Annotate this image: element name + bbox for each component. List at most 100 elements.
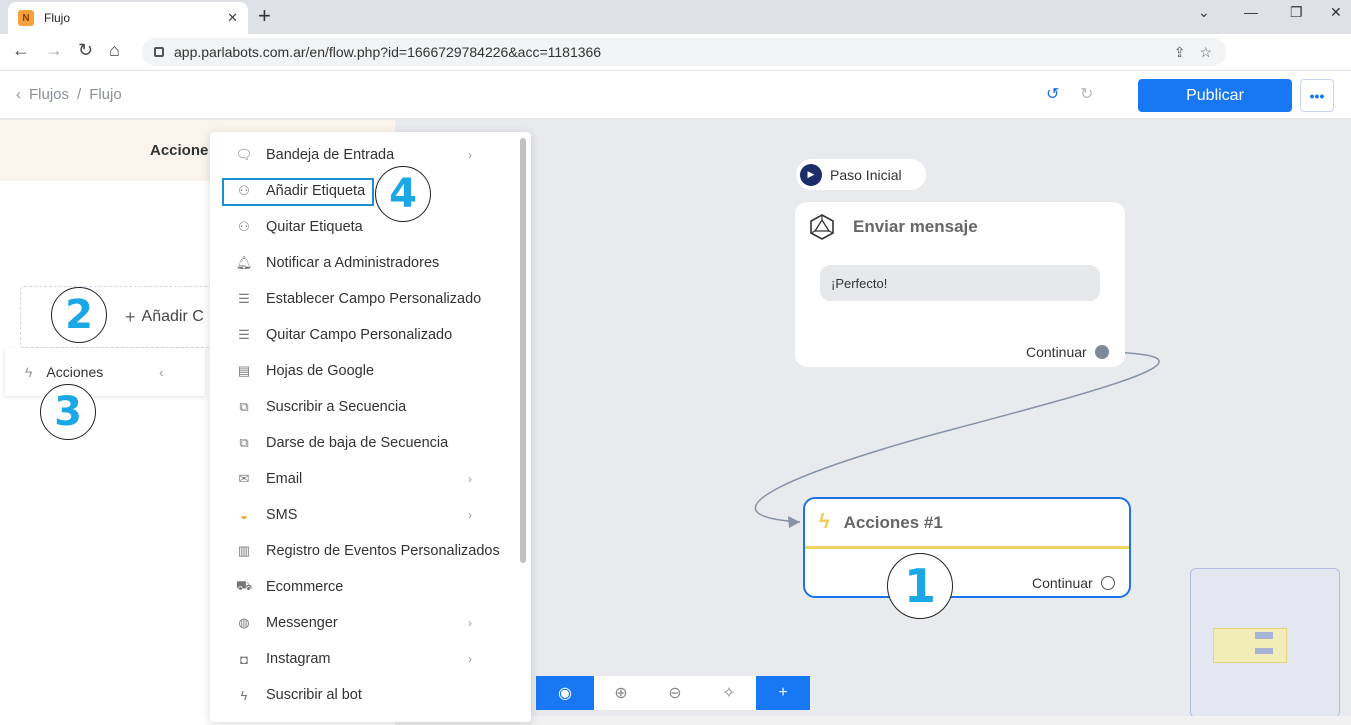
instagram-icon: ◘ bbox=[240, 651, 248, 667]
menu-item-bandeja-entrada[interactable]: 🗨 Bandeja de Entrada › bbox=[210, 137, 515, 173]
chevron-right-icon: › bbox=[468, 652, 472, 666]
chat-icon: 🗨 bbox=[235, 147, 253, 162]
minimize-icon[interactable]: — bbox=[1244, 4, 1258, 20]
publish-button[interactable]: Publicar bbox=[1138, 79, 1292, 112]
restore-icon[interactable]: ❐ bbox=[1290, 4, 1303, 21]
database-icon: ☰ bbox=[238, 291, 250, 306]
chevron-right-icon: › bbox=[468, 616, 472, 630]
menu-item-establecer-campo[interactable]: ☰ Establecer Campo Personalizado bbox=[210, 281, 515, 317]
continue-output[interactable]: Continuar bbox=[1032, 575, 1115, 591]
database-icon: ☰ bbox=[238, 327, 250, 342]
actions-dropdown-menu: 🗨 Bandeja de Entrada › ⚇ Añadir Etiqueta… bbox=[210, 132, 531, 722]
zoom-in-icon: ⊕ bbox=[614, 685, 628, 702]
sheet-icon: ▤ bbox=[237, 363, 251, 378]
minimap[interactable] bbox=[1190, 568, 1340, 718]
icosahedron-icon bbox=[810, 214, 834, 240]
layers-icon: ⧉ bbox=[239, 399, 249, 414]
window-close-icon[interactable]: ✕ bbox=[1330, 4, 1342, 21]
menu-item-baja-secuencia[interactable]: ⧉ Darse de baja de Secuencia bbox=[210, 425, 515, 461]
tab-search-icon[interactable]: ⌄ bbox=[1198, 4, 1210, 21]
breadcrumb-separator: / bbox=[77, 86, 82, 103]
tab-title: Flujo bbox=[44, 11, 71, 25]
callout-2: 2 bbox=[51, 287, 107, 343]
send-message-node[interactable]: Enviar mensaje ¡Perfecto! Continuar bbox=[795, 202, 1125, 367]
close-icon[interactable]: ✕ bbox=[227, 10, 238, 26]
minimap-node bbox=[1255, 632, 1273, 639]
callout-4: 4 bbox=[375, 166, 431, 222]
node-title: Acciones #1 bbox=[843, 512, 943, 532]
add-condition-label: Añadir C bbox=[141, 308, 204, 325]
chevron-left-icon[interactable]: ‹ bbox=[16, 86, 21, 103]
lock-icon bbox=[154, 47, 164, 57]
url-input[interactable]: app.parlabots.com.ar/en/flow.php?id=1666… bbox=[142, 38, 1226, 66]
bolt-icon: ϟ bbox=[819, 511, 830, 533]
url-text: app.parlabots.com.ar/en/flow.php?id=1666… bbox=[174, 44, 602, 60]
browser-tabbar: N Flujo ✕ + ⌄ — ❐ ✕ bbox=[0, 0, 1351, 34]
actions-node[interactable]: ϟ Acciones #1 Continuar bbox=[803, 497, 1131, 598]
menu-item-hojas-google[interactable]: ▤ Hojas de Google bbox=[210, 353, 515, 389]
new-tab-icon[interactable]: + bbox=[258, 3, 271, 29]
address-bar: ← → ↻ ⌂ app.parlabots.com.ar/en/flow.php… bbox=[0, 34, 1351, 71]
menu-item-sms[interactable]: ◒ SMS › bbox=[210, 497, 515, 533]
sms-icon: ◒ bbox=[240, 507, 248, 523]
back-icon[interactable]: ← bbox=[12, 40, 30, 61]
continue-label: Continuar bbox=[1032, 575, 1093, 591]
menu-item-suscribir-bot[interactable]: ϟ Suscribir al bot bbox=[210, 677, 515, 713]
home-icon[interactable]: ⌂ bbox=[109, 40, 120, 61]
auto-arrange-button[interactable]: ✧ bbox=[702, 676, 756, 710]
breadcrumb-root[interactable]: Flujos bbox=[29, 86, 69, 103]
panel-title: Accione bbox=[150, 142, 209, 159]
menu-item-quitar-etiqueta[interactable]: ⚇ Quitar Etiqueta bbox=[210, 209, 515, 245]
start-step-label: Paso Inicial bbox=[830, 166, 902, 183]
share-icon[interactable]: ⇪ bbox=[1174, 44, 1186, 61]
layers-icon: ⧉ bbox=[239, 435, 249, 450]
output-port[interactable] bbox=[1100, 576, 1115, 590]
chevron-right-icon: › bbox=[468, 148, 472, 162]
redo-icon[interactable]: ↻ bbox=[1080, 84, 1093, 104]
menu-item-suscribir-secuencia[interactable]: ⧉ Suscribir a Secuencia bbox=[210, 389, 515, 425]
plus-icon: + bbox=[778, 684, 788, 701]
zoom-in-button[interactable]: ⊕ bbox=[594, 676, 648, 710]
callout-3: 3 bbox=[40, 384, 96, 440]
bolt-icon: ϟ bbox=[240, 687, 248, 703]
menu-scrollbar[interactable] bbox=[520, 138, 526, 563]
undo-icon[interactable]: ↺ bbox=[1046, 84, 1059, 104]
forward-icon[interactable]: → bbox=[45, 40, 63, 61]
acciones-menu-item[interactable]: ϟ Acciones ‹ bbox=[5, 348, 205, 396]
chart-icon: ▥ bbox=[237, 543, 251, 558]
start-step-pill[interactable]: ▶ Paso Inicial bbox=[796, 159, 926, 190]
user-tag-icon: ⚇ bbox=[238, 219, 250, 234]
chevron-left-icon: ‹ bbox=[159, 364, 164, 380]
browser-tab[interactable]: N Flujo ✕ bbox=[8, 2, 248, 34]
more-options-button[interactable]: ••• bbox=[1300, 79, 1334, 112]
message-bubble[interactable]: ¡Perfecto! bbox=[820, 265, 1100, 301]
breadcrumb-current: Flujo bbox=[89, 86, 122, 103]
output-port[interactable] bbox=[1094, 345, 1109, 359]
menu-item-notificar-admins[interactable]: 🔔︎ Notificar a Administradores bbox=[210, 245, 515, 281]
star-icon[interactable]: ☆ bbox=[1199, 44, 1212, 61]
continue-label: Continuar bbox=[1026, 344, 1087, 360]
menu-item-instagram[interactable]: ◘ Instagram › bbox=[210, 641, 515, 677]
acciones-label: Acciones bbox=[46, 364, 104, 380]
eye-icon: ◉ bbox=[558, 685, 572, 702]
zoom-out-button[interactable]: ⊖ bbox=[648, 676, 702, 710]
preview-button[interactable]: ◉ bbox=[536, 676, 594, 710]
canvas-toolbar: ◉ ⊕ ⊖ ✧ + bbox=[536, 676, 815, 710]
menu-item-registro-eventos[interactable]: ▥ Registro de Eventos Personalizados bbox=[210, 533, 515, 569]
menu-item-messenger[interactable]: ◍ Messenger › bbox=[210, 605, 515, 641]
menu-item-email[interactable]: ✉ Email › bbox=[210, 461, 515, 497]
node-title: Enviar mensaje bbox=[853, 217, 978, 236]
chevron-right-icon: › bbox=[468, 508, 472, 522]
app-header: ‹ Flujos / Flujo ↺ ↻ Publicar ••• bbox=[0, 71, 1351, 119]
continue-output[interactable]: Continuar bbox=[1026, 344, 1109, 360]
chevron-right-icon: › bbox=[468, 472, 472, 486]
menu-item-ecommerce[interactable]: ⛟ Ecommerce bbox=[210, 569, 515, 605]
minimap-node bbox=[1255, 648, 1273, 654]
zoom-out-icon: ⊖ bbox=[668, 685, 682, 702]
reload-icon[interactable]: ↻ bbox=[78, 40, 93, 61]
cart-icon: ⛟ bbox=[235, 578, 253, 593]
menu-item-quitar-campo[interactable]: ☰ Quitar Campo Personalizado bbox=[210, 317, 515, 353]
minimap-viewport[interactable] bbox=[1213, 628, 1287, 663]
plus-icon: + bbox=[125, 306, 136, 327]
add-node-button[interactable]: + bbox=[756, 676, 810, 710]
